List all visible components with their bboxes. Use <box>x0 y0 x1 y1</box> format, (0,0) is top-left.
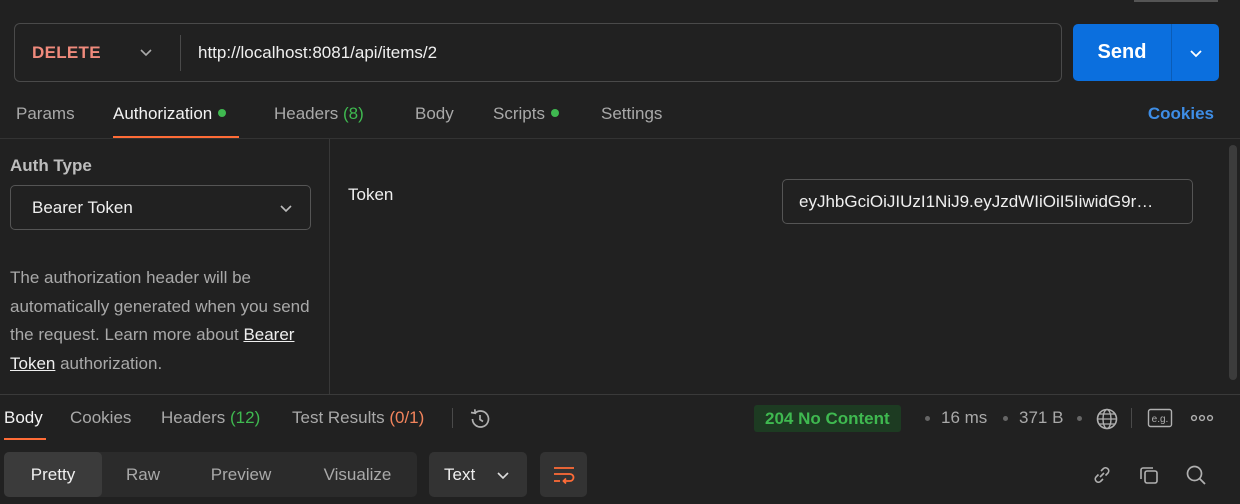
tab-authorization[interactable]: Authorization <box>113 104 227 124</box>
example-icon[interactable]: e.g. <box>1147 407 1173 429</box>
meta-bullet <box>925 416 930 421</box>
auth-description: The authorization header will be automat… <box>10 264 320 378</box>
auth-type-select[interactable]: Bearer Token <box>10 185 311 230</box>
format-select[interactable]: Text <box>429 452 527 497</box>
resp-tab-body-label: Body <box>4 408 43 427</box>
scrollbar[interactable] <box>1229 145 1237 380</box>
search-icon[interactable] <box>1183 462 1209 488</box>
view-preview[interactable]: Preview <box>184 452 298 497</box>
tab-body-label: Body <box>415 104 454 123</box>
wrap-lines-button[interactable] <box>540 452 587 497</box>
response-size: 371 B <box>1019 408 1064 427</box>
resp-tab-cookies-label: Cookies <box>70 408 132 427</box>
resp-tab-headers[interactable]: Headers (12) <box>161 408 260 428</box>
view-visualize[interactable]: Visualize <box>298 452 417 497</box>
status-badge: 204 No Content <box>754 405 901 432</box>
auth-description-suffix: authorization. <box>55 353 163 373</box>
wrap-lines-icon <box>553 466 574 484</box>
tabs-separator <box>452 408 453 428</box>
active-tab-underline <box>4 438 46 440</box>
url-input[interactable] <box>181 24 1061 81</box>
resp-tab-test-results-label: Test Results <box>292 408 385 427</box>
resp-headers-count: (12) <box>230 408 261 427</box>
view-raw[interactable]: Raw <box>102 452 184 497</box>
auth-type-panel: Auth Type Bearer Token The authorization… <box>0 139 329 394</box>
link-icon[interactable] <box>1089 462 1115 488</box>
resp-tab-test-results[interactable]: Test Results (0/1) <box>292 408 424 428</box>
tab-scripts[interactable]: Scripts <box>493 104 559 124</box>
token-label: Token <box>348 185 394 204</box>
tab-body[interactable]: Body <box>415 104 454 124</box>
test-results-count: (0/1) <box>389 408 425 427</box>
tab-headers[interactable]: Headers (8) <box>274 104 364 124</box>
tab-params[interactable]: Params <box>16 104 75 124</box>
tab-settings-label: Settings <box>601 104 663 123</box>
history-icon[interactable] <box>467 406 493 432</box>
top-edge-control <box>1134 0 1218 2</box>
send-button-group: Send <box>1073 24 1219 81</box>
active-dot <box>550 109 559 117</box>
resp-tab-cookies[interactable]: Cookies <box>70 408 131 428</box>
headers-count: (8) <box>343 104 364 123</box>
meta-separator <box>1131 408 1132 428</box>
resp-tab-body[interactable]: Body <box>4 408 43 428</box>
response-time: 16 ms <box>941 408 988 427</box>
copy-icon[interactable] <box>1136 462 1162 488</box>
meta-bullet <box>1077 416 1082 421</box>
chevron-down-icon <box>140 49 152 57</box>
response-divider <box>0 394 1240 395</box>
tab-authorization-label: Authorization <box>113 104 213 123</box>
method-label: DELETE <box>32 42 101 62</box>
resp-tab-headers-label: Headers <box>161 408 226 427</box>
send-options-button[interactable] <box>1172 24 1219 81</box>
globe-icon[interactable] <box>1094 406 1119 431</box>
meta-bullet <box>1003 416 1008 421</box>
request-tabs: Params Authorization Headers (8) Body Sc… <box>0 96 1240 138</box>
tab-scripts-label: Scripts <box>493 104 545 123</box>
tab-settings[interactable]: Settings <box>601 104 662 124</box>
auth-type-value: Bearer Token <box>32 197 133 217</box>
view-mode-segment: Pretty Raw Preview Visualize <box>4 452 417 497</box>
chevron-down-icon <box>1189 49 1202 57</box>
example-icon-label: e.g. <box>1152 414 1169 425</box>
url-bar: DELETE <box>14 23 1062 82</box>
tab-headers-label: Headers <box>274 104 339 123</box>
send-button[interactable]: Send <box>1073 41 1171 64</box>
chevron-down-icon <box>280 205 292 213</box>
more-icon[interactable] <box>1189 407 1215 429</box>
format-value: Text <box>444 464 476 484</box>
auth-panel-divider <box>329 139 330 394</box>
cookies-link[interactable]: Cookies <box>1148 104 1214 124</box>
view-pretty[interactable]: Pretty <box>4 452 102 497</box>
tab-params-label: Params <box>16 104 75 123</box>
active-dot <box>218 109 227 117</box>
auth-type-label: Auth Type <box>10 156 92 175</box>
token-input[interactable]: eyJhbGciOiJIUzI1NiJ9.eyJzdWIiOiI5IiwidG9… <box>782 179 1193 224</box>
chevron-down-icon <box>497 472 509 480</box>
method-select[interactable]: DELETE <box>15 24 180 81</box>
